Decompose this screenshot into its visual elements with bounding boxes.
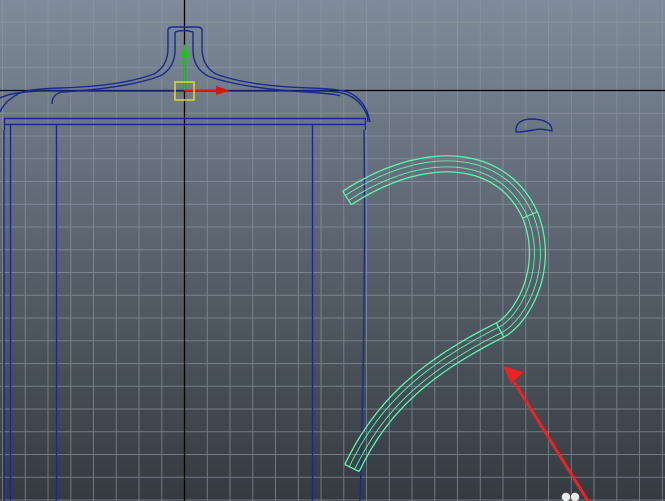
cursor-dot-left	[561, 492, 571, 501]
viewport-canvas[interactable]	[0, 0, 665, 501]
cursor-dot-right	[570, 492, 580, 501]
viewport-background	[0, 0, 665, 501]
3d-viewport[interactable]	[0, 0, 665, 501]
